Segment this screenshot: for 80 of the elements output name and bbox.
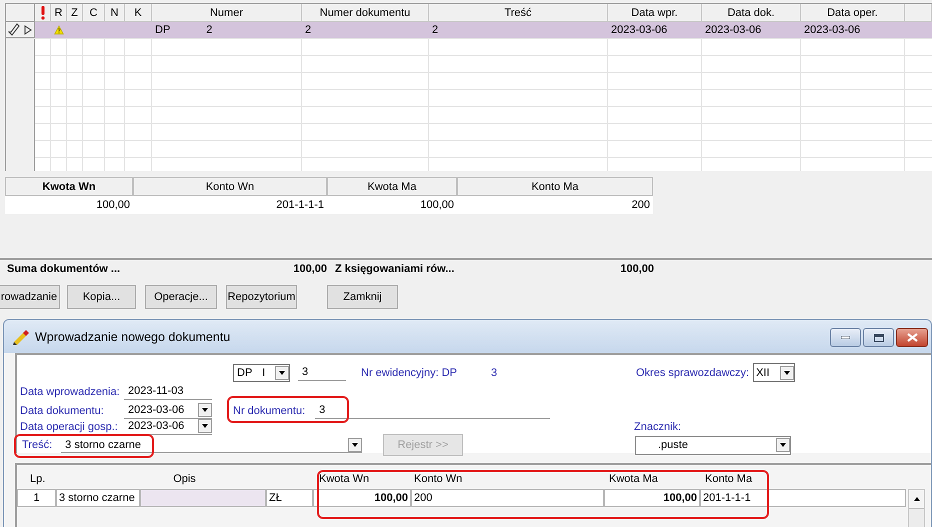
close-icon (906, 333, 918, 342)
column-header[interactable]: Z (67, 4, 83, 22)
exclamation-icon (40, 6, 46, 20)
minimize-icon (841, 336, 850, 339)
column-header[interactable]: Kwota Ma (604, 470, 700, 487)
field-label: Data dokumentu: (20, 404, 105, 416)
table-cell: 100,00 (313, 489, 411, 507)
close-button[interactable] (896, 328, 928, 347)
column-header[interactable]: Data wpr. (608, 4, 702, 22)
column-header[interactable]: N (105, 4, 125, 22)
column-header[interactable]: Konto Ma (457, 177, 653, 196)
date-field[interactable]: 2023-11-03 (124, 384, 212, 400)
field-label: Okres sprawozdawczy: (636, 366, 750, 378)
registry-number: 3 (490, 366, 498, 378)
pencil-icon (12, 328, 30, 346)
document-number-field[interactable]: 3 (315, 402, 550, 418)
period-select[interactable]: XII (753, 363, 795, 382)
date-field[interactable]: 2023-03-06 (124, 402, 212, 418)
column-header[interactable]: R (51, 4, 67, 22)
toolbar-button[interactable]: Zamknij (327, 285, 398, 309)
number-field[interactable]: 3 (298, 364, 346, 380)
summary-label: Suma dokumentów ... (7, 263, 120, 277)
field-label: Treść: (22, 439, 52, 451)
field-label: Nr dokumentu: (233, 404, 306, 416)
column-header[interactable]: Data dok. (702, 4, 801, 22)
table-cell: 201-1-1-1 (700, 489, 906, 507)
registry-label: Nr ewidencyjny: DP (361, 366, 457, 378)
toolbar-button[interactable]: rowadzanie (0, 285, 60, 309)
scrollbar[interactable] (908, 489, 925, 527)
column-header[interactable]: Opis (56, 470, 313, 487)
table-cell: 100,00 (5, 196, 133, 214)
table-cell: 2023-03-06 (611, 24, 668, 36)
table-cell: 2 (206, 24, 212, 36)
column-header[interactable]: Konto Wn (411, 470, 604, 487)
column-header[interactable]: Lp. (17, 470, 56, 487)
table-cell: 100,00 (327, 196, 457, 214)
toolbar-button[interactable]: Repozytorium (226, 285, 297, 309)
column-header[interactable]: Kwota Ma (327, 177, 457, 196)
document-type-select[interactable]: DP I (233, 364, 290, 382)
column-header[interactable]: Data oper. (801, 4, 905, 22)
field-label: Znacznik: (634, 420, 682, 432)
field-label: Data operacji gosp.: (20, 420, 119, 432)
column-header[interactable]: K (125, 4, 152, 22)
table-cell: 201-1-1-1 (133, 196, 327, 214)
column-header[interactable]: Konto Ma (700, 470, 906, 487)
maximize-button[interactable] (863, 328, 894, 347)
column-header[interactable]: C (83, 4, 105, 22)
minimize-button[interactable] (830, 328, 861, 347)
summary-value: 100,00 (620, 263, 654, 277)
column-header[interactable]: Numer (152, 4, 302, 22)
window-title: Wprowadzanie nowego dokumentu (35, 330, 232, 344)
column-header[interactable]: Kwota Wn (313, 470, 411, 487)
column-header[interactable]: Numer dokumentu (302, 4, 429, 22)
toolbar-button[interactable]: Kopia... (67, 285, 136, 309)
table-cell: 2023-03-06 (705, 24, 762, 36)
table-cell: 100,00 (604, 489, 700, 507)
content-field[interactable]: 3 storno czarne (61, 437, 362, 453)
column-header[interactable]: Konto Wn (133, 177, 327, 196)
table-cell: 2023-03-06 (804, 24, 860, 36)
column-header[interactable]: Treść (429, 4, 608, 22)
table-cell: 3 storno czarne (56, 489, 140, 507)
date-field[interactable]: 2023-03-06 (124, 418, 212, 434)
toolbar-button[interactable]: Operacje... (145, 285, 217, 309)
table-cell: 200 (411, 489, 604, 507)
table-cell: 200 (457, 196, 653, 214)
edit-pointer-icon (8, 23, 32, 36)
column-header[interactable]: Kwota Wn (5, 177, 133, 196)
maximize-icon (874, 334, 884, 342)
summary-value: 100,00 (293, 263, 327, 277)
table-row[interactable]: DP 2 2 2 2023-03-06 2023-03-06 2023-03-06 (6, 22, 932, 39)
table-cell: ZŁ (266, 489, 313, 507)
row-header[interactable] (6, 22, 35, 38)
table-cell: 2 (432, 24, 438, 36)
table-cell: 1 (17, 489, 56, 507)
summary-label: Z księgowaniami rów... (335, 263, 454, 277)
table-cell: 2 (305, 24, 312, 36)
marker-select[interactable]: .puste (635, 436, 791, 454)
column-header[interactable] (35, 4, 51, 22)
field-label: Data wprowadzenia: (20, 386, 121, 398)
table-cell: DP (155, 24, 170, 36)
